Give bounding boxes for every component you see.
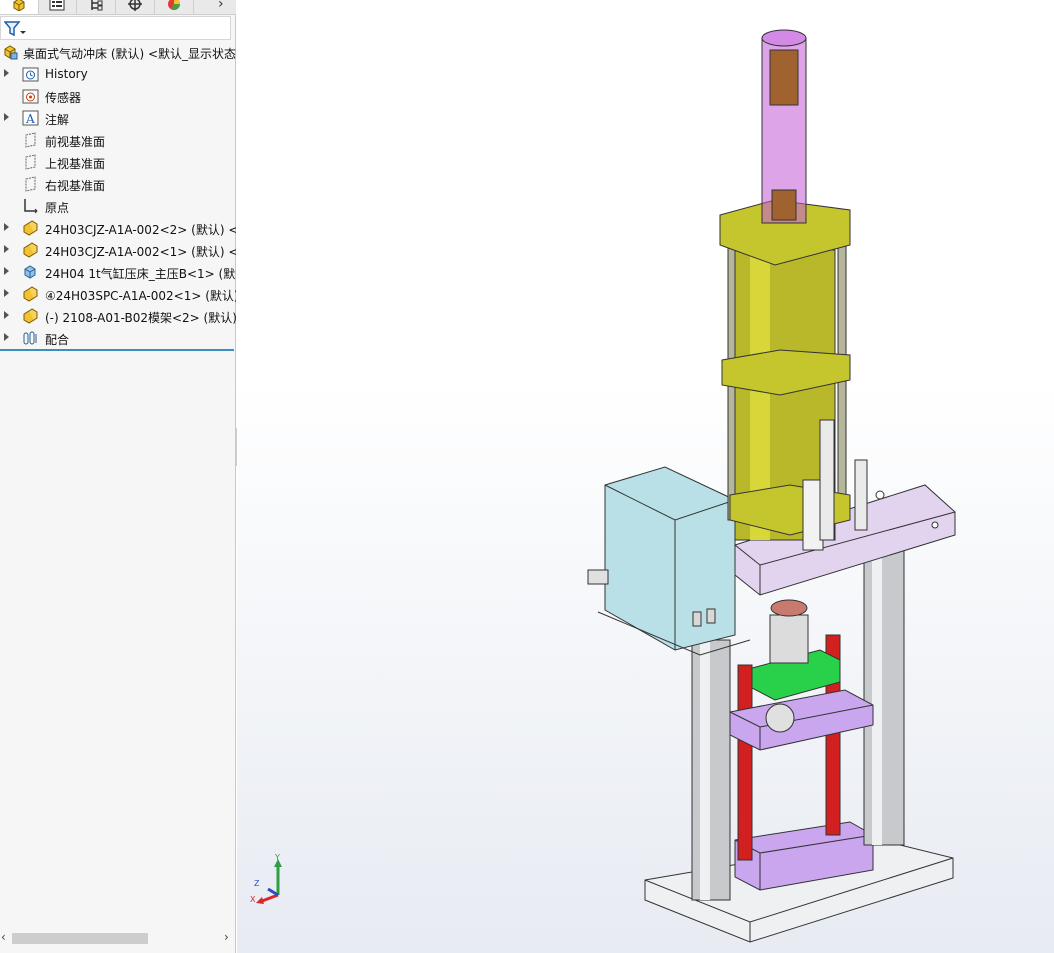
expand-arrow-icon[interactable] xyxy=(4,267,9,275)
tree-item-label: 右视基准面 xyxy=(45,179,106,193)
assembly-icon xyxy=(4,45,18,60)
subassembly-icon xyxy=(23,308,38,324)
subassembly-icon xyxy=(23,220,38,236)
expand-arrow-icon[interactable] xyxy=(4,245,9,253)
axis-x-label: X xyxy=(250,895,256,904)
tree-item-component[interactable]: ④24H03SPC-A1A-002<1> (默认) xyxy=(0,283,236,305)
axis-triad: Y X Z xyxy=(248,853,288,905)
press-machine-model[interactable] xyxy=(237,0,1054,953)
tree-item-label: 24H04 1t气缸压床_主压B<1> (默认 xyxy=(45,267,236,281)
tab-configuration-manager[interactable] xyxy=(77,0,116,14)
tree-item-top-plane[interactable]: 上视基准面 xyxy=(0,151,236,173)
tree-item-label: 前视基准面 xyxy=(45,135,106,149)
tree-item-label: (-) 2108-A01-B02模架<2> (默认) xyxy=(45,311,236,325)
axis-z-label: Z xyxy=(254,879,260,888)
tabs-more-arrow[interactable]: › xyxy=(218,0,224,12)
tree-item-label: History xyxy=(45,67,88,81)
feature-manager-icon xyxy=(13,0,25,11)
tree-item-front-plane[interactable]: 前视基准面 xyxy=(0,129,236,151)
tree-item-component[interactable]: 24H03CJZ-A1A-002<2> (默认) << xyxy=(0,217,236,239)
tree-item-label: 原点 xyxy=(45,201,70,215)
display-manager-icon xyxy=(168,0,180,11)
sensor-icon xyxy=(22,89,39,104)
panel-tabs: › xyxy=(0,0,236,15)
tree-item-label: 上视基准面 xyxy=(45,157,106,171)
scrollbar-thumb[interactable] xyxy=(12,933,148,944)
tree-item-label: ④24H03SPC-A1A-002<1> (默认) xyxy=(45,289,236,303)
tab-feature-manager[interactable] xyxy=(0,0,39,14)
tree-item-history[interactable]: History xyxy=(0,63,236,85)
tree-item-origin[interactable]: 原点 xyxy=(0,195,236,217)
property-manager-icon xyxy=(49,0,65,11)
tab-dimxpert[interactable] xyxy=(116,0,155,14)
tab-display-manager[interactable] xyxy=(155,0,194,14)
origin-icon xyxy=(24,199,38,214)
graphics-viewport[interactable]: Y X Z xyxy=(237,0,1054,953)
expand-arrow-icon[interactable] xyxy=(4,223,9,231)
rollback-bar[interactable] xyxy=(0,349,234,351)
filter-icon[interactable] xyxy=(4,20,26,37)
tree-root-assembly[interactable]: 桌面式气动冲床 (默认) <默认_显示状态- xyxy=(0,41,236,63)
expand-arrow-icon[interactable] xyxy=(4,69,9,77)
tree-filter[interactable] xyxy=(0,16,231,40)
tree-item-label: 注解 xyxy=(45,113,70,127)
expand-arrow-icon[interactable] xyxy=(4,289,9,297)
expand-arrow-icon[interactable] xyxy=(4,333,9,341)
tree-item-mates[interactable]: 配合 xyxy=(0,327,236,349)
mates-icon xyxy=(23,331,37,345)
configuration-manager-icon xyxy=(91,0,103,11)
feature-manager-panel: › 桌面式气动冲床 (默认) <默认_显示状态- History 传感器 A 注… xyxy=(0,0,236,953)
expand-arrow-icon[interactable] xyxy=(4,311,9,319)
expand-arrow-icon[interactable] xyxy=(4,113,9,121)
tree-item-sensors[interactable]: 传感器 xyxy=(0,85,236,107)
tree-item-label: 配合 xyxy=(45,333,70,347)
part-icon xyxy=(24,265,36,279)
tree-item-component[interactable]: 24H04 1t气缸压床_主压B<1> (默认 xyxy=(0,261,236,283)
tree-item-annotations[interactable]: A 注解 xyxy=(0,107,236,129)
history-icon xyxy=(22,67,39,82)
tree-root-label: 桌面式气动冲床 (默认) <默认_显示状态- xyxy=(23,47,236,61)
subassembly-icon xyxy=(23,286,38,302)
svg-text:A: A xyxy=(25,112,35,126)
scroll-right-arrow-icon[interactable]: › xyxy=(224,930,229,944)
axis-y-label: Y xyxy=(275,853,280,862)
tree-item-component[interactable]: (-) 2108-A01-B02模架<2> (默认) xyxy=(0,305,236,327)
tree-item-label: 24H03CJZ-A1A-002<2> (默认) << xyxy=(45,223,236,237)
dimxpert-icon xyxy=(128,0,142,11)
tree-item-component[interactable]: 24H03CJZ-A1A-002<1> (默认) << xyxy=(0,239,236,261)
subassembly-icon xyxy=(23,242,38,258)
plane-icon xyxy=(25,176,36,192)
tree-item-label: 传感器 xyxy=(45,91,82,105)
plane-icon xyxy=(25,154,36,170)
annotation-icon: A xyxy=(22,110,39,126)
tab-property-manager[interactable] xyxy=(38,0,77,14)
plane-icon xyxy=(25,132,36,148)
tree-item-right-plane[interactable]: 右视基准面 xyxy=(0,173,236,195)
scroll-left-arrow-icon[interactable]: ‹ xyxy=(1,930,6,944)
tree-item-label: 24H03CJZ-A1A-002<1> (默认) << xyxy=(45,245,236,259)
horizontal-scrollbar[interactable]: ‹ › xyxy=(0,930,236,946)
